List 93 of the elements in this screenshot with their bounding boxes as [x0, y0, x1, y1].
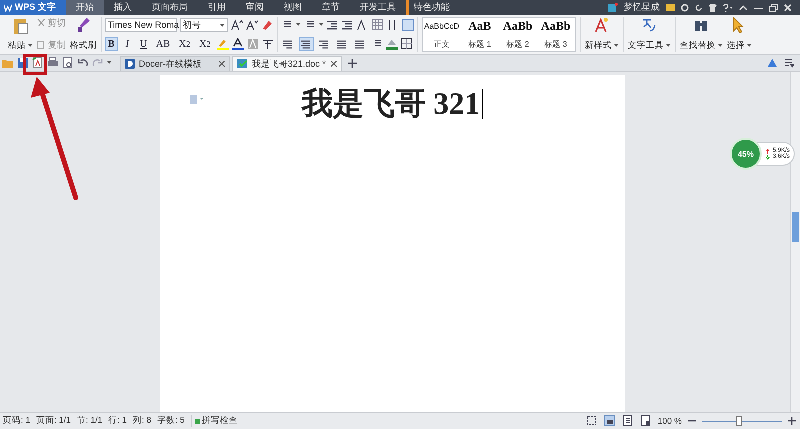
- document-tab[interactable]: Docer-在线模板: [120, 56, 230, 71]
- logo-icon: [4, 4, 12, 12]
- format-button[interactable]: AB: [153, 37, 174, 51]
- copy-icon: [37, 41, 46, 50]
- menu-tab[interactable]: 章节: [312, 0, 350, 15]
- style-option[interactable]: AaBbCcD 正文: [422, 18, 461, 51]
- menu-tab[interactable]: 视图: [274, 0, 312, 15]
- shirt-icon[interactable]: [709, 4, 717, 12]
- close-tab-icon[interactable]: [219, 61, 225, 67]
- cloud-icon[interactable]: [768, 58, 777, 68]
- close-icon[interactable]: [784, 4, 792, 12]
- shading-icon[interactable]: [386, 38, 398, 50]
- collapse-icon[interactable]: [739, 4, 748, 10]
- zoom-level: 100 %: [658, 416, 682, 426]
- font-name-field[interactable]: Times New Roma: [105, 18, 177, 32]
- phonetic-icon[interactable]: [262, 38, 274, 50]
- refresh-icon[interactable]: [695, 4, 703, 12]
- document-check-icon: [237, 59, 248, 69]
- close-tab-icon[interactable]: [331, 61, 337, 67]
- usage-percent: 45%: [730, 138, 762, 170]
- page-view-icon[interactable]: [604, 415, 616, 427]
- restore-icon[interactable]: [769, 4, 778, 12]
- status-text: 节: 1/1: [77, 415, 103, 427]
- new-tab-icon[interactable]: [348, 59, 357, 68]
- upload-arrow-icon: [766, 148, 770, 154]
- find-replace-button[interactable]: 查找替换: [678, 17, 724, 52]
- download-arrow-icon: [766, 154, 770, 160]
- shrink-font-icon[interactable]: [246, 19, 258, 31]
- document-tab[interactable]: 我是飞哥321.doc *: [232, 56, 342, 71]
- print-icon[interactable]: [47, 57, 59, 69]
- scrollbar[interactable]: [790, 72, 800, 412]
- docer-icon: [125, 59, 135, 69]
- status-text: 列: 8: [133, 415, 152, 427]
- font-size-field[interactable]: 初号: [180, 18, 228, 32]
- style-option[interactable]: AaBb 标题 2: [498, 18, 537, 51]
- letter-a-icon: [594, 17, 610, 33]
- grow-font-icon[interactable]: [231, 19, 243, 31]
- help-icon[interactable]: [723, 4, 733, 12]
- clipboard-icon: [12, 17, 28, 35]
- status-text: 页面: 1/1: [36, 415, 71, 427]
- undo-icon[interactable]: [77, 57, 89, 69]
- font-color-icon[interactable]: [232, 38, 244, 50]
- paste-button[interactable]: 粘贴: [7, 17, 34, 52]
- caret-icon[interactable]: [220, 24, 225, 28]
- account-name[interactable]: 梦忆星成: [624, 1, 660, 14]
- caret-icon[interactable]: [718, 44, 723, 48]
- caret-icon[interactable]: [28, 44, 33, 48]
- status-text: 字数: 5: [157, 415, 185, 427]
- zoom-in-icon[interactable]: [788, 417, 796, 425]
- caret-icon[interactable]: [614, 44, 619, 48]
- borders-icon[interactable]: [400, 38, 413, 50]
- clear-format-icon[interactable]: [261, 19, 273, 31]
- menu-tab[interactable]: 开发工具: [350, 0, 406, 15]
- style-option[interactable]: AaBb 标题 3: [536, 18, 575, 51]
- menu-tab[interactable]: 插入: [104, 0, 142, 15]
- circle-icon[interactable]: [681, 4, 689, 12]
- menu-tab[interactable]: 引用: [198, 0, 236, 15]
- options-icon[interactable]: [785, 58, 794, 68]
- skin-icon[interactable]: [608, 2, 618, 12]
- format-button[interactable]: I: [121, 37, 134, 51]
- caret-icon[interactable]: [296, 23, 301, 27]
- style-option[interactable]: AaB 标题 1: [460, 18, 499, 51]
- text-tools-icon: [641, 17, 658, 33]
- highlight-box: [23, 54, 47, 75]
- fullscreen-icon[interactable]: [586, 415, 598, 427]
- print-preview-icon[interactable]: [62, 57, 74, 69]
- app-menu-button[interactable]: WPS 文字: [0, 0, 66, 15]
- export-pdf-icon[interactable]: [32, 57, 44, 69]
- menu-tab[interactable]: 开始: [66, 0, 104, 15]
- menu-tab[interactable]: 审阅: [236, 0, 274, 15]
- format-painter-button[interactable]: 格式刷: [69, 17, 98, 52]
- decrease-indent-icon[interactable]: [326, 19, 339, 31]
- select-button[interactable]: 选择: [726, 17, 753, 52]
- scissors-icon: [37, 19, 46, 28]
- status-text: 页码: 1: [3, 415, 30, 427]
- document-heading: 我是飞哥 321: [302, 85, 480, 123]
- caret-icon[interactable]: [666, 44, 671, 48]
- format-button[interactable]: B: [105, 37, 118, 51]
- new-style-button[interactable]: 新样式: [584, 17, 620, 52]
- spell-check-toggle[interactable]: 拼写检查: [190, 415, 238, 427]
- caret-icon[interactable]: [318, 23, 324, 27]
- status-text: 行: 1: [108, 415, 127, 427]
- increase-indent-icon[interactable]: [342, 19, 354, 31]
- menu-tab[interactable]: 页面布局: [142, 0, 198, 15]
- caret-icon[interactable]: [746, 44, 752, 48]
- align-center-icon[interactable]: [298, 37, 314, 51]
- text-tools-button[interactable]: 文字工具: [626, 17, 672, 52]
- zoom-slider-thumb[interactable]: [736, 416, 742, 426]
- outline-view-icon[interactable]: [622, 415, 634, 427]
- caret-icon[interactable]: [107, 61, 112, 65]
- format-button[interactable]: U: [137, 37, 150, 51]
- brush-icon: [76, 17, 90, 33]
- web-view-icon[interactable]: [640, 415, 652, 427]
